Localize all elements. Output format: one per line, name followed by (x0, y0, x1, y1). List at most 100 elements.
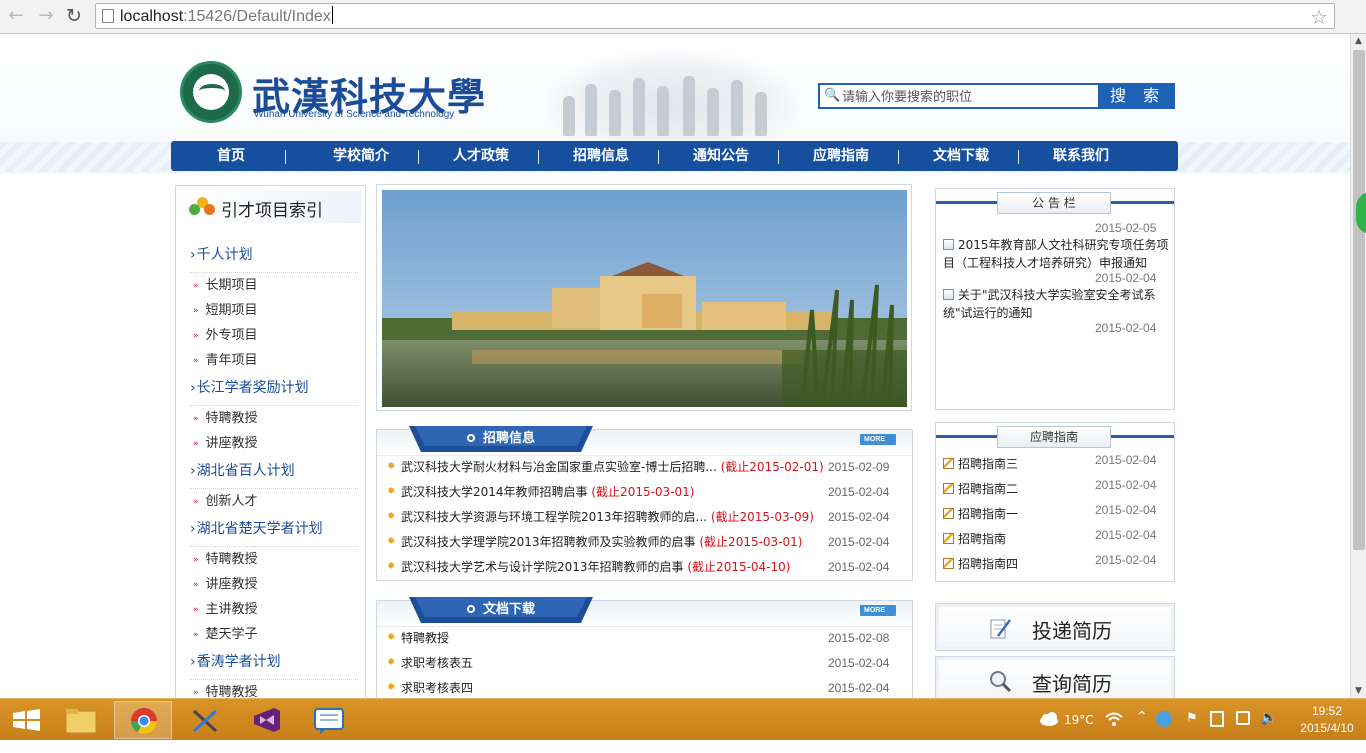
guide-date: 2015-02-04 (1095, 453, 1157, 467)
recruitment-more-button[interactable]: MORE (860, 434, 896, 445)
site-header: 武漢科技大學 Wuhan University of Science and T… (0, 34, 1350, 174)
document-download-panel: 文档下载 MORE ✸ 特聘教授 2015-02-08 ✸ 求职考核表五 2015-02… (376, 597, 913, 698)
windows-logo-icon (13, 709, 40, 731)
flower-icon (189, 197, 215, 217)
flag-icon[interactable]: ⚑ (1186, 711, 1198, 753)
category-hubei-hundred-talents[interactable]: ›湖北省百人计划 (190, 459, 358, 489)
category-changjiang-scholars[interactable]: ›长江学者奖励计划 (190, 376, 358, 406)
network-globe-icon[interactable] (1156, 711, 1172, 727)
visual-studio-icon[interactable] (238, 701, 296, 739)
notice-item[interactable]: 2015年教育部人文社科研究专项任务项目（工程科技人才培养研究）申报通知 (943, 236, 1173, 272)
application-guide-panel: 应聘指南 招聘指南三 2015-02-04 招聘指南二 2015-02-04 招… (935, 422, 1175, 582)
nav-talent-policy[interactable]: 人才政策 (421, 141, 541, 171)
sidebar-subitem[interactable]: » 青年项目 (193, 351, 258, 371)
job-search-field[interactable]: 🔍 (818, 83, 1100, 109)
sidebar-subitem[interactable]: » 短期项目 (193, 301, 258, 321)
search-button[interactable]: 搜 索 (1100, 83, 1175, 109)
sidebar-subitem[interactable]: » 外专项目 (193, 326, 258, 346)
download-row[interactable]: ✸ 特聘教授 2015-02-08 (387, 628, 907, 648)
recruitment-row[interactable]: ✸ 武汉科技大学理学院2013年招聘教师及实验教师的启事 (截止2015-03-0… (387, 532, 907, 552)
recruitment-row[interactable]: ✸ 武汉科技大学2014年教师招聘启事 (截止2015-03-01) 2015-02… (387, 482, 907, 502)
download-row[interactable]: ✸ 求职考核表四 2015-02-04 (387, 678, 907, 698)
clock-date: 2015/4/10 (1300, 721, 1354, 735)
search-icon: 🔍 (824, 88, 841, 103)
nav-downloads[interactable]: 文档下载 (901, 141, 1021, 171)
scrollbar-thumb[interactable] (1353, 50, 1365, 550)
wifi-icon[interactable] (1104, 711, 1126, 729)
battery-icon[interactable] (1210, 711, 1224, 727)
recruitment-tab[interactable]: 招聘信息 (409, 426, 593, 452)
guide-date: 2015-02-04 (1095, 478, 1157, 492)
notice-date: 2015-02-05 (1095, 221, 1157, 235)
recruitment-row[interactable]: ✸ 武汉科技大学艺术与设计学院2013年招聘教师的启事 (截止2015-04-10… (387, 557, 907, 577)
nav-school-intro[interactable]: 学校简介 (301, 141, 421, 171)
downloads-tab[interactable]: 文档下载 (409, 597, 593, 623)
students-banner-image (545, 52, 800, 140)
sidebar-subitem[interactable]: » 特聘教授 (193, 409, 258, 429)
nav-notices[interactable]: 通知公告 (661, 141, 781, 171)
file-explorer-icon[interactable] (52, 701, 110, 739)
nav-home[interactable]: 首页 (171, 141, 291, 171)
notice-board-title: 公 告 栏 (997, 192, 1111, 214)
guide-date: 2015-02-04 (1095, 528, 1157, 542)
clock-time: 19:52 (1311, 704, 1343, 718)
messages-icon[interactable] (300, 701, 358, 739)
sidebar-subitem[interactable]: » 特聘教授 (193, 683, 258, 698)
recruitment-info-panel: 招聘信息 MORE ✸ 武汉科技大学耐火材料与冶金国家重点实验室-博士后招聘...… (376, 426, 913, 581)
system-clock[interactable]: 19:52 2015/4/10 (1296, 703, 1358, 737)
recruitment-row[interactable]: ✸ 武汉科技大学资源与环境工程学院2013年招聘教师的启... (截止2015-0… (387, 507, 907, 527)
category-xiangtao-scholars[interactable]: ›香涛学者计划 (190, 650, 358, 680)
sidebar-subitem[interactable]: » 长期项目 (193, 276, 258, 296)
sidebar-subitem[interactable]: » 讲座教授 (193, 434, 258, 454)
speaker-icon[interactable]: 🔈 (1260, 710, 1277, 752)
nav-contact[interactable]: 联系我们 (1021, 141, 1141, 171)
bookmark-star-icon[interactable]: ☆ (1310, 5, 1328, 29)
category-chutian-scholars[interactable]: ›湖北省楚天学者计划 (190, 517, 358, 547)
university-seal-logo[interactable] (180, 61, 242, 123)
chrome-taskbar-icon[interactable] (114, 701, 172, 739)
pen-paper-icon (990, 619, 1011, 639)
tools-icon[interactable] (176, 701, 234, 739)
chevron-up-icon[interactable]: ⌃ (1136, 709, 1148, 751)
download-row[interactable]: ✸ 求职考核表五 2015-02-04 (387, 653, 907, 673)
talent-program-index: 引才项目索引 ›千人计划 » 长期项目 » 短期项目 » 外专项目 » 青年项目 ›长江… (175, 185, 366, 698)
magnifier-icon (990, 671, 1012, 693)
sidebar-header: 引才项目索引 (181, 191, 361, 223)
start-button[interactable] (0, 701, 58, 739)
url-text[interactable]: localhost:15426/Default/Index (120, 6, 333, 27)
notice-item[interactable]: 关于"武汉科技大学实验室安全考试系统"试运行的通知 (943, 286, 1173, 322)
notice-board-panel: 公 告 栏 2015-02-05 2015年教育部人文社科研究专项任务项目（工程… (935, 188, 1175, 410)
browser-toolbar: ← → ↻ localhost:15426/Default/Index ☆ (0, 0, 1366, 34)
sidebar-subitem[interactable]: » 特聘教授 (193, 550, 258, 570)
reload-icon[interactable]: ↻ (62, 4, 86, 28)
application-guide-title: 应聘指南 (997, 426, 1111, 448)
page-viewport: 武漢科技大學 Wuhan University of Science and T… (0, 34, 1350, 698)
device-icon[interactable] (1236, 711, 1250, 725)
address-bar[interactable]: localhost:15426/Default/Index ☆ (95, 3, 1335, 29)
notice-date: 2015-02-04 (1095, 271, 1157, 285)
sidebar-subitem[interactable]: » 楚天学子 (193, 625, 258, 645)
campus-photo-frame (376, 184, 912, 411)
notice-date: 2015-02-04 (1095, 321, 1157, 335)
guide-date: 2015-02-04 (1095, 503, 1157, 517)
back-arrow-icon[interactable]: ← (4, 4, 28, 28)
logo-english-name: Wuhan University of Science and Technolo… (254, 109, 455, 120)
sidebar-subitem[interactable]: » 主讲教授 (193, 600, 258, 620)
submit-resume-button[interactable]: 投递简历 (935, 603, 1175, 651)
category-thousand-talents[interactable]: ›千人计划 (190, 243, 358, 273)
sidebar-title: 引才项目索引 (221, 201, 323, 221)
query-resume-button[interactable]: 查询简历 (935, 656, 1175, 698)
sidebar-subitem[interactable]: » 讲座教授 (193, 575, 258, 595)
windows-taskbar: 19°C ⌃ ⚑ 🔈 19:52 2015/4/10 (0, 698, 1366, 740)
forward-arrow-icon[interactable]: → (34, 4, 58, 28)
nav-recruitment[interactable]: 招聘信息 (541, 141, 661, 171)
recruitment-row[interactable]: ✸ 武汉科技大学耐火材料与冶金国家重点实验室-博士后招聘... (截止2015-0… (387, 457, 907, 477)
nav-application-guide[interactable]: 应聘指南 (781, 141, 901, 171)
vertical-scrollbar[interactable]: ▲ ▼ (1350, 34, 1366, 698)
sidebar-subitem[interactable]: » 创新人才 (193, 492, 258, 512)
campus-building-photo (382, 190, 907, 407)
job-search-input[interactable] (842, 88, 1092, 106)
cloud-icon (1040, 712, 1058, 726)
downloads-more-button[interactable]: MORE (860, 605, 896, 616)
page-icon (102, 9, 114, 23)
